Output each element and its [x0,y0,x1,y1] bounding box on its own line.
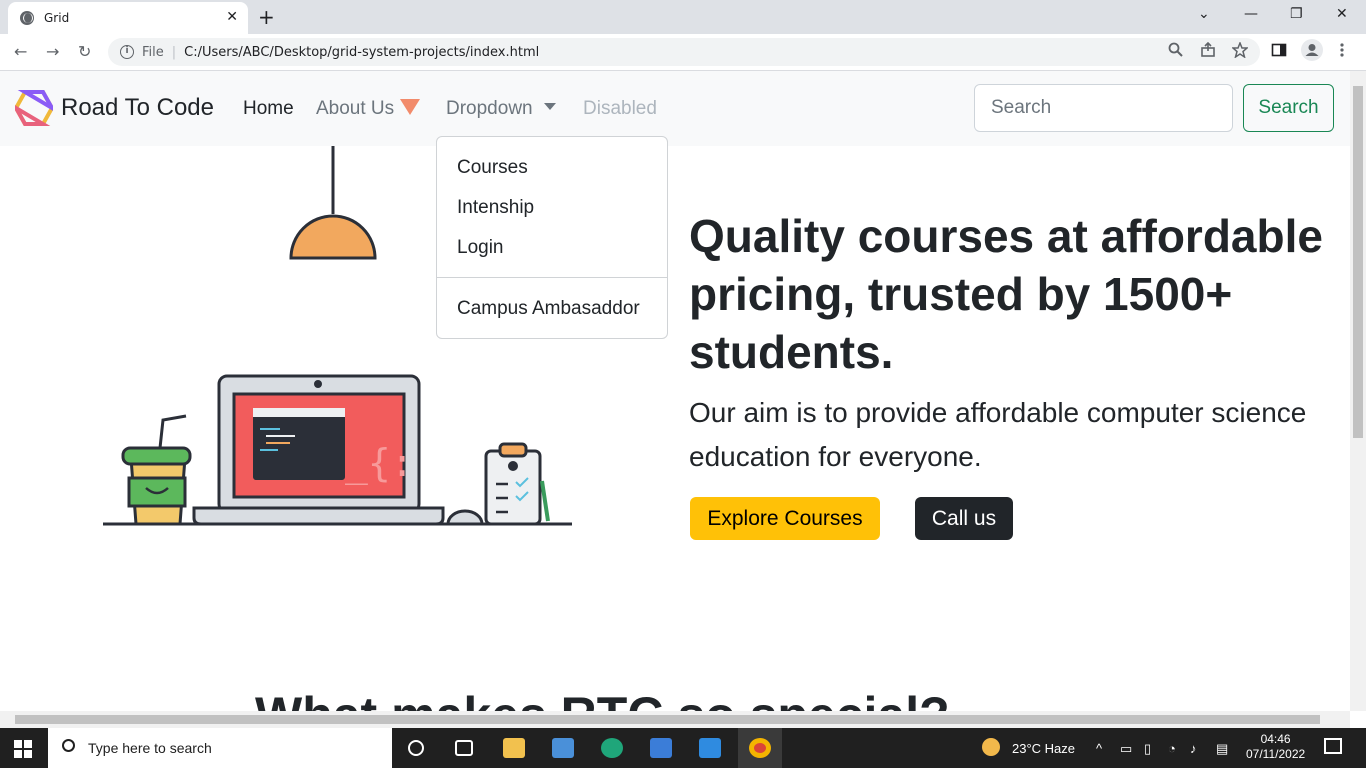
store-icon[interactable] [552,738,574,758]
chrome-icon[interactable] [749,738,771,758]
search-button[interactable]: Search [1243,84,1334,132]
clock-date: 07/11/2022 [1246,747,1306,761]
dropdown-divider [437,277,667,278]
brand-logo-icon [15,90,53,126]
reload-icon[interactable]: ↻ [78,42,91,61]
clock-time: 04:46 [1260,732,1291,746]
nav-disabled: Disabled [583,98,657,119]
tab-search-icon[interactable]: ⌄ [1198,6,1210,22]
network-icon[interactable]: ◔ [1168,741,1176,756]
keyboard-icon[interactable]: ▤ [1216,741,1228,757]
brand[interactable]: Road To Code [15,90,214,126]
hero-subtitle: Our aim is to provide affordable compute… [689,397,1307,472]
horizontal-scroll-thumb[interactable] [15,715,1320,724]
page-viewport: Road To Code Home About Us Dropdown Disa… [0,71,1350,711]
site-navbar: Road To Code Home About Us Dropdown Disa… [0,71,1350,146]
browser-tab-strip: Grid ✕ + ⌄ — ❐ ✕ [0,0,1366,34]
taskbar-search[interactable]: Type here to search [48,728,392,768]
volume-icon[interactable]: ♪ [1190,741,1197,756]
vertical-scrollbar[interactable] [1350,71,1366,711]
address-toolbar: ← → ↻ i File | C:/Users/ABC/Desktop/grid… [0,34,1366,71]
dropdown-item-internship[interactable]: Intenship [457,197,534,219]
sidepanel-icon[interactable] [1271,42,1287,58]
hero-title: Quality courses at affordable pricing, t… [689,210,1323,378]
address-url: C:/Users/ABC/Desktop/grid-system-project… [184,44,540,60]
search-icon [62,739,75,752]
new-tab-icon[interactable]: + [258,5,275,29]
menu-icon[interactable] [1338,42,1346,58]
address-prefix: File [142,44,164,60]
back-icon[interactable]: ← [14,42,27,61]
search-input[interactable] [974,84,1233,132]
edge-icon[interactable] [601,738,623,758]
dropdown-item-courses[interactable]: Courses [457,157,528,179]
horizontal-scrollbar[interactable] [0,711,1350,728]
clock[interactable]: 04:46 07/11/2022 [1246,732,1305,762]
share-icon[interactable] [1200,42,1216,58]
globe-icon [20,11,34,25]
dropdown-menu: Courses Intenship Login Campus Ambasaddo… [436,136,668,339]
nav-dropdown-label: Dropdown [446,98,533,119]
browser-tab[interactable]: Grid ✕ [8,2,248,34]
address-separator: | [171,44,177,60]
nav-about-us[interactable]: About Us [316,98,421,120]
triangle-down-icon [400,99,421,115]
nav-about-label: About Us [316,98,395,119]
tab-close-icon[interactable]: ✕ [226,9,238,25]
explore-courses-button[interactable]: Explore Courses [690,497,880,540]
weather-icon[interactable] [982,738,1000,756]
taskbar: Type here to search 23°C Haze ^ ▭ ▯ ◔ ♪ … [0,728,1366,768]
tab-title: Grid [44,11,70,25]
vertical-scroll-thumb[interactable] [1353,86,1363,438]
weather-text[interactable]: 23°C Haze [1012,741,1075,756]
close-window-icon[interactable]: ✕ [1336,6,1348,22]
notifications-icon[interactable] [1324,738,1342,754]
cortana-icon[interactable] [408,740,424,756]
minimize-icon[interactable]: — [1244,6,1258,22]
nav-dropdown[interactable]: Dropdown [446,98,556,120]
zoom-icon[interactable] [1168,42,1184,58]
task-view-icon[interactable] [455,740,473,756]
file-explorer-icon[interactable] [503,738,525,758]
info-icon[interactable]: i [120,45,134,59]
svg-text:_{:: _{: [345,441,414,486]
tray-chevron-icon[interactable]: ^ [1096,741,1102,756]
call-us-button[interactable]: Call us [915,497,1013,540]
caret-down-icon [543,103,556,110]
meet-icon[interactable]: ▭ [1120,741,1132,757]
restore-icon[interactable]: ❐ [1290,6,1303,22]
profile-icon[interactable] [1301,39,1323,61]
vscode-icon[interactable] [699,738,721,758]
section-heading: What makes RTC so special? [255,686,950,711]
forward-icon[interactable]: → [46,42,59,61]
nav-home[interactable]: Home [243,98,294,120]
omnibox[interactable]: i File | C:/Users/ABC/Desktop/grid-syste… [108,38,1260,66]
taskbar-search-placeholder: Type here to search [88,740,212,756]
star-icon[interactable] [1232,42,1248,58]
mail-icon[interactable] [650,738,672,758]
brand-name: Road To Code [61,94,214,121]
dropdown-item-login[interactable]: Login [457,237,504,259]
battery-icon[interactable]: ▯ [1144,741,1151,757]
dropdown-item-campus-ambassador[interactable]: Campus Ambasaddor [457,298,640,320]
windows-start-icon[interactable] [14,740,32,758]
